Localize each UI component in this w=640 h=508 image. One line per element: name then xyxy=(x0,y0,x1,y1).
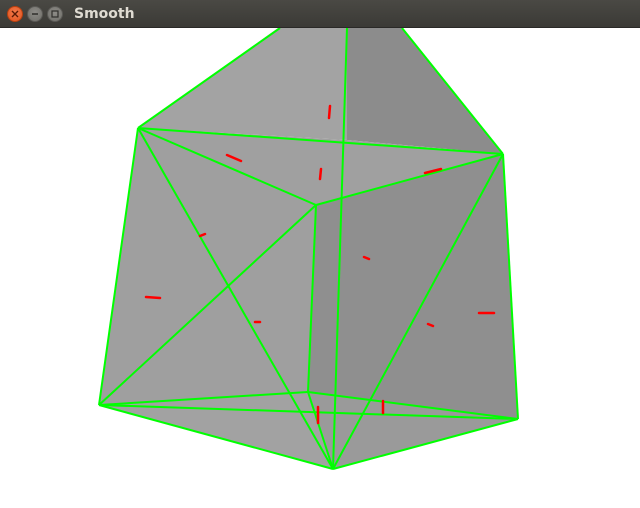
close-button[interactable] xyxy=(7,6,23,22)
normal-marker xyxy=(318,167,323,181)
minimize-button[interactable] xyxy=(27,6,43,22)
mesh-face xyxy=(347,28,503,154)
application-window: Smooth xyxy=(0,0,640,508)
mesh-render xyxy=(98,28,519,470)
maximize-button[interactable] xyxy=(47,6,63,22)
minimize-icon xyxy=(32,13,38,15)
normal-marker xyxy=(327,104,332,120)
window-title: Smooth xyxy=(74,6,135,22)
maximize-icon xyxy=(51,10,59,18)
mesh-face xyxy=(138,28,347,140)
close-icon xyxy=(11,10,19,18)
title-bar[interactable]: Smooth xyxy=(0,0,640,28)
render-viewport[interactable] xyxy=(0,28,640,508)
normal-marker xyxy=(144,295,162,300)
